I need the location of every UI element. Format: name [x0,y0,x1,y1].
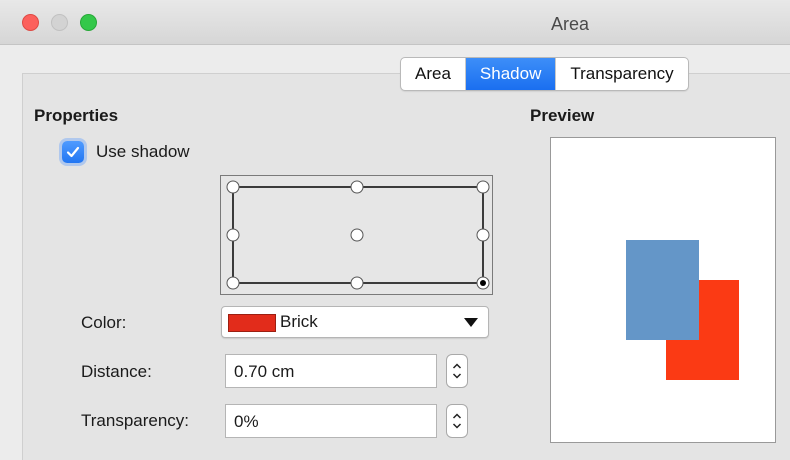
shadow-position-selector[interactable] [220,175,493,295]
color-dropdown[interactable]: Brick [221,306,489,338]
checkmark-icon [66,146,80,158]
tab-bar: Area Shadow Transparency [400,57,689,91]
title-bar: Area [0,0,790,45]
distance-field[interactable]: 0.70 cm [225,354,437,388]
preview-heading: Preview [530,106,595,125]
selected-position-dot [480,280,486,286]
color-label: Color: [81,313,127,332]
transparency-stepper[interactable] [446,404,468,438]
window-title: Area [550,14,590,34]
dropdown-arrow-icon [464,318,478,327]
use-shadow-row[interactable]: Use shadow [62,141,190,163]
tab-shadow[interactable]: Shadow [465,58,557,90]
position-bottom-left[interactable] [226,276,240,290]
position-top-left[interactable] [226,180,240,194]
transparency-field[interactable]: 0% [225,404,437,438]
preview-object [626,240,699,340]
position-bottom-center[interactable] [350,276,364,290]
color-value: Brick [280,312,318,331]
transparency-label: Transparency: [81,411,190,430]
position-top-right[interactable] [476,180,490,194]
color-swatch [228,314,276,332]
properties-heading: Properties [34,106,119,125]
stepper-arrows-icon [452,363,462,379]
tab-area[interactable]: Area [401,58,466,90]
tab-transparency[interactable]: Transparency [556,58,687,90]
use-shadow-checkbox[interactable] [62,141,84,163]
position-center[interactable] [350,228,364,242]
position-top-center[interactable] [350,180,364,194]
distance-label: Distance: [81,362,152,381]
use-shadow-label: Use shadow [96,142,190,161]
stepper-arrows-icon [452,413,462,429]
distance-stepper[interactable] [446,354,468,388]
preview-pane [550,137,776,443]
position-middle-right[interactable] [476,228,490,242]
position-middle-left[interactable] [226,228,240,242]
